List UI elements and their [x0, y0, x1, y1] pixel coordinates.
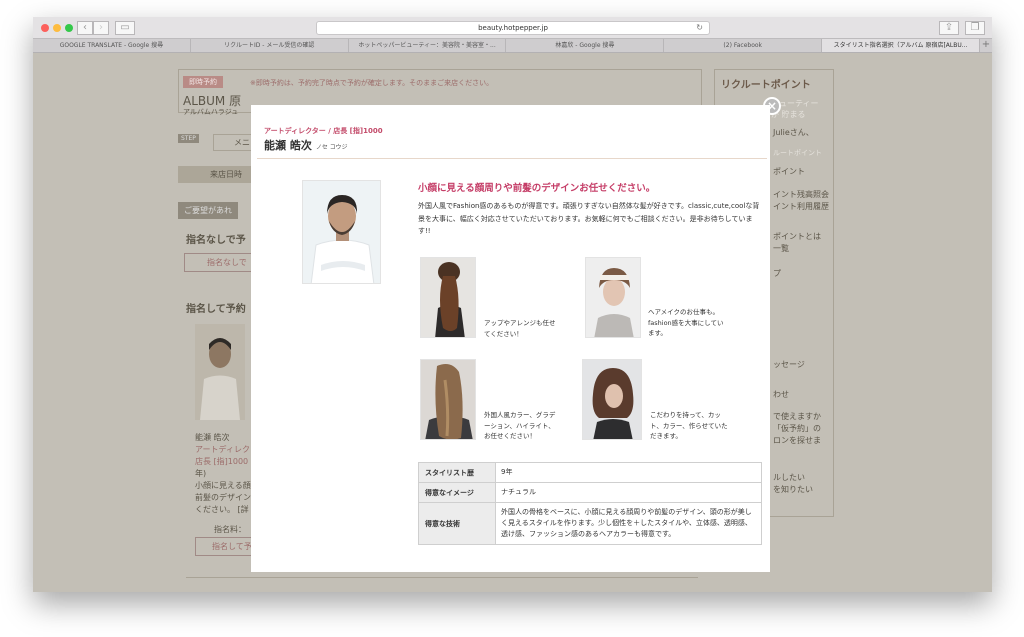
row-label: 得意なイメージ: [418, 482, 496, 503]
table-row: 得意なイメージ ナチュラル: [418, 482, 762, 503]
stylist-description: 外国人風でFashion感のあるものが得意です。頑張りすぎない自然体な髪が好きで…: [418, 202, 760, 235]
url-text: beauty.hotpepper.jp: [478, 24, 548, 32]
side-text[interactable]: ッセージ: [773, 359, 805, 370]
browser-tab[interactable]: リクルートID - メール受信の確認: [191, 39, 349, 52]
hairstyle-photo-1[interactable]: [420, 257, 476, 338]
hairstyle-caption: ヘアメイクのお仕事も。fashion感を大事にしています。: [648, 308, 724, 337]
stylist-name: 能瀬 皓次 ノセ コウジ: [264, 137, 348, 153]
browser-tab[interactable]: GOOGLE TRANSLATE - Google 搜尋: [33, 39, 191, 52]
side-text[interactable]: イント残高照会: [773, 189, 829, 200]
stylist-kana: ノセ コウジ: [315, 144, 348, 151]
title-bar: ‹ › ▭ beauty.hotpepper.jp ↻ ⇪ ❐: [33, 17, 992, 39]
side-text[interactable]: で使えますか: [773, 411, 821, 422]
hairstyle-caption: アップやアレンジも任せてください！: [484, 319, 556, 338]
hairstyle-photo-3[interactable]: [420, 359, 476, 440]
stylist-desc-bg: 小顔に見える顔: [195, 481, 251, 490]
hairstyle-photo-4[interactable]: [582, 359, 642, 440]
forward-icon[interactable]: ›: [93, 21, 109, 35]
new-tab-icon[interactable]: +: [980, 39, 992, 52]
row-value: 外国人の骨格をベースに、小顔に見える顔周りや前髪のデザイン、頭の形が美しく見える…: [495, 502, 762, 545]
close-window-button[interactable]: [41, 24, 49, 32]
stylist-thumb-image: [195, 324, 245, 420]
page-background: 即時予約 ※即時予約は、予約完了時点で予約が確定します。そのままご来店ください。…: [33, 54, 992, 592]
row-value: 9年: [495, 462, 762, 483]
stylist-headline: 小顔に見える顔周りや前髪のデザインお任せください。: [418, 183, 656, 194]
request-bar: ご要望があれ: [178, 202, 238, 219]
row-value: ナチュラル: [495, 482, 762, 503]
stylist-portrait-image: [302, 180, 381, 284]
row-label: スタイリスト歴: [418, 462, 496, 483]
table-row: スタイリスト歴 9年: [418, 462, 762, 483]
browser-window: ‹ › ▭ beauty.hotpepper.jp ↻ ⇪ ❐ GOOGLE T…: [33, 17, 992, 592]
hairstyle-photo-2[interactable]: [585, 257, 641, 338]
stylist-role-bg: 店長 [指]1000: [195, 457, 249, 466]
browser-tab[interactable]: 林嘉欣 - Google 搜尋: [506, 39, 665, 52]
nomination-fee: 指名料：: [214, 525, 246, 534]
side-text[interactable]: ポイントとは: [773, 231, 821, 242]
tabs-overview-icon[interactable]: ❐: [965, 21, 985, 35]
back-icon[interactable]: ‹: [77, 21, 93, 35]
stylist-info-table: スタイリスト歴 9年 得意なイメージ ナチュラル 得意な技術 外国人の骨格をベー…: [418, 462, 762, 545]
side-text[interactable]: ポイント: [773, 166, 805, 177]
side-text: わせ: [773, 390, 789, 399]
step-label: STEP: [178, 134, 199, 143]
side-text[interactable]: ロンを探せま: [773, 435, 821, 446]
sidebar-toggle-icon[interactable]: ▭: [115, 21, 135, 35]
side-brand: リクルートポイント: [721, 80, 811, 91]
hairstyle-caption: こだわりを持って、カット、カラー、作らせていただきます。: [650, 411, 728, 440]
no-nomination-heading: 指名なしで予: [186, 235, 246, 246]
share-icon[interactable]: ⇪: [939, 21, 959, 35]
stylist-desc-bg: ください。 [詳: [195, 505, 249, 514]
stylist-desc-bg: 前髪のデザイン: [195, 493, 251, 502]
salon-kana: アルバムハラジュ: [183, 108, 239, 116]
stylist-name-text: 能瀬 皓次: [264, 139, 312, 152]
row-label: 得意な技術: [418, 502, 496, 545]
browser-tab[interactable]: ホットペッパービューティー：美容院・美容室・...: [349, 39, 507, 52]
booking-notice: ※即時予約は、予約完了時点で予約が確定します。そのままご来店ください。: [250, 79, 494, 87]
stylist-role-bg: アートディレク: [195, 445, 250, 454]
side-text: ルートポイント: [773, 149, 822, 157]
stylist-role: アートディレクター / 店長 [指]1000: [264, 127, 383, 135]
side-text[interactable]: を知りたい: [773, 484, 813, 495]
stylist-modal: アートディレクター / 店長 [指]1000 能瀬 皓次 ノセ コウジ 小顔に見え…: [251, 105, 770, 572]
browser-tab[interactable]: (2) Facebook: [664, 39, 823, 52]
header-divider: [257, 158, 767, 159]
side-text[interactable]: イント利用履歴: [773, 201, 829, 212]
hairstyle-caption: 外国人風カラー、グラデーション、ハイライト、お任せください！: [484, 411, 556, 440]
zoom-window-button[interactable]: [65, 24, 73, 32]
nomination-heading: 指名して予約: [186, 304, 246, 315]
side-text[interactable]: 「仮予約」の: [773, 423, 821, 434]
side-text[interactable]: ルしたい: [773, 472, 805, 483]
stylist-role-bg: 年): [195, 469, 207, 478]
browser-tab-active[interactable]: スタイリスト指名選択（アルバム 原宿店[ALBU...: [822, 39, 980, 52]
tab-strip: GOOGLE TRANSLATE - Google 搜尋 リクルートID - メ…: [33, 39, 992, 53]
side-text: プ: [773, 269, 781, 278]
reload-icon[interactable]: ↻: [696, 22, 703, 34]
minimize-window-button[interactable]: [53, 24, 61, 32]
divider: [186, 577, 698, 578]
address-bar[interactable]: beauty.hotpepper.jp ↻: [316, 21, 710, 35]
instant-booking-badge: 即時予約: [183, 76, 223, 88]
table-row: 得意な技術 外国人の骨格をベースに、小顔に見える顔周りや前髪のデザイン、頭の形が…: [418, 502, 762, 545]
stylist-name-bg: 能瀬 皓次: [195, 433, 230, 442]
side-text[interactable]: 一覧: [773, 243, 789, 254]
side-text: Julieさん、: [773, 128, 814, 137]
